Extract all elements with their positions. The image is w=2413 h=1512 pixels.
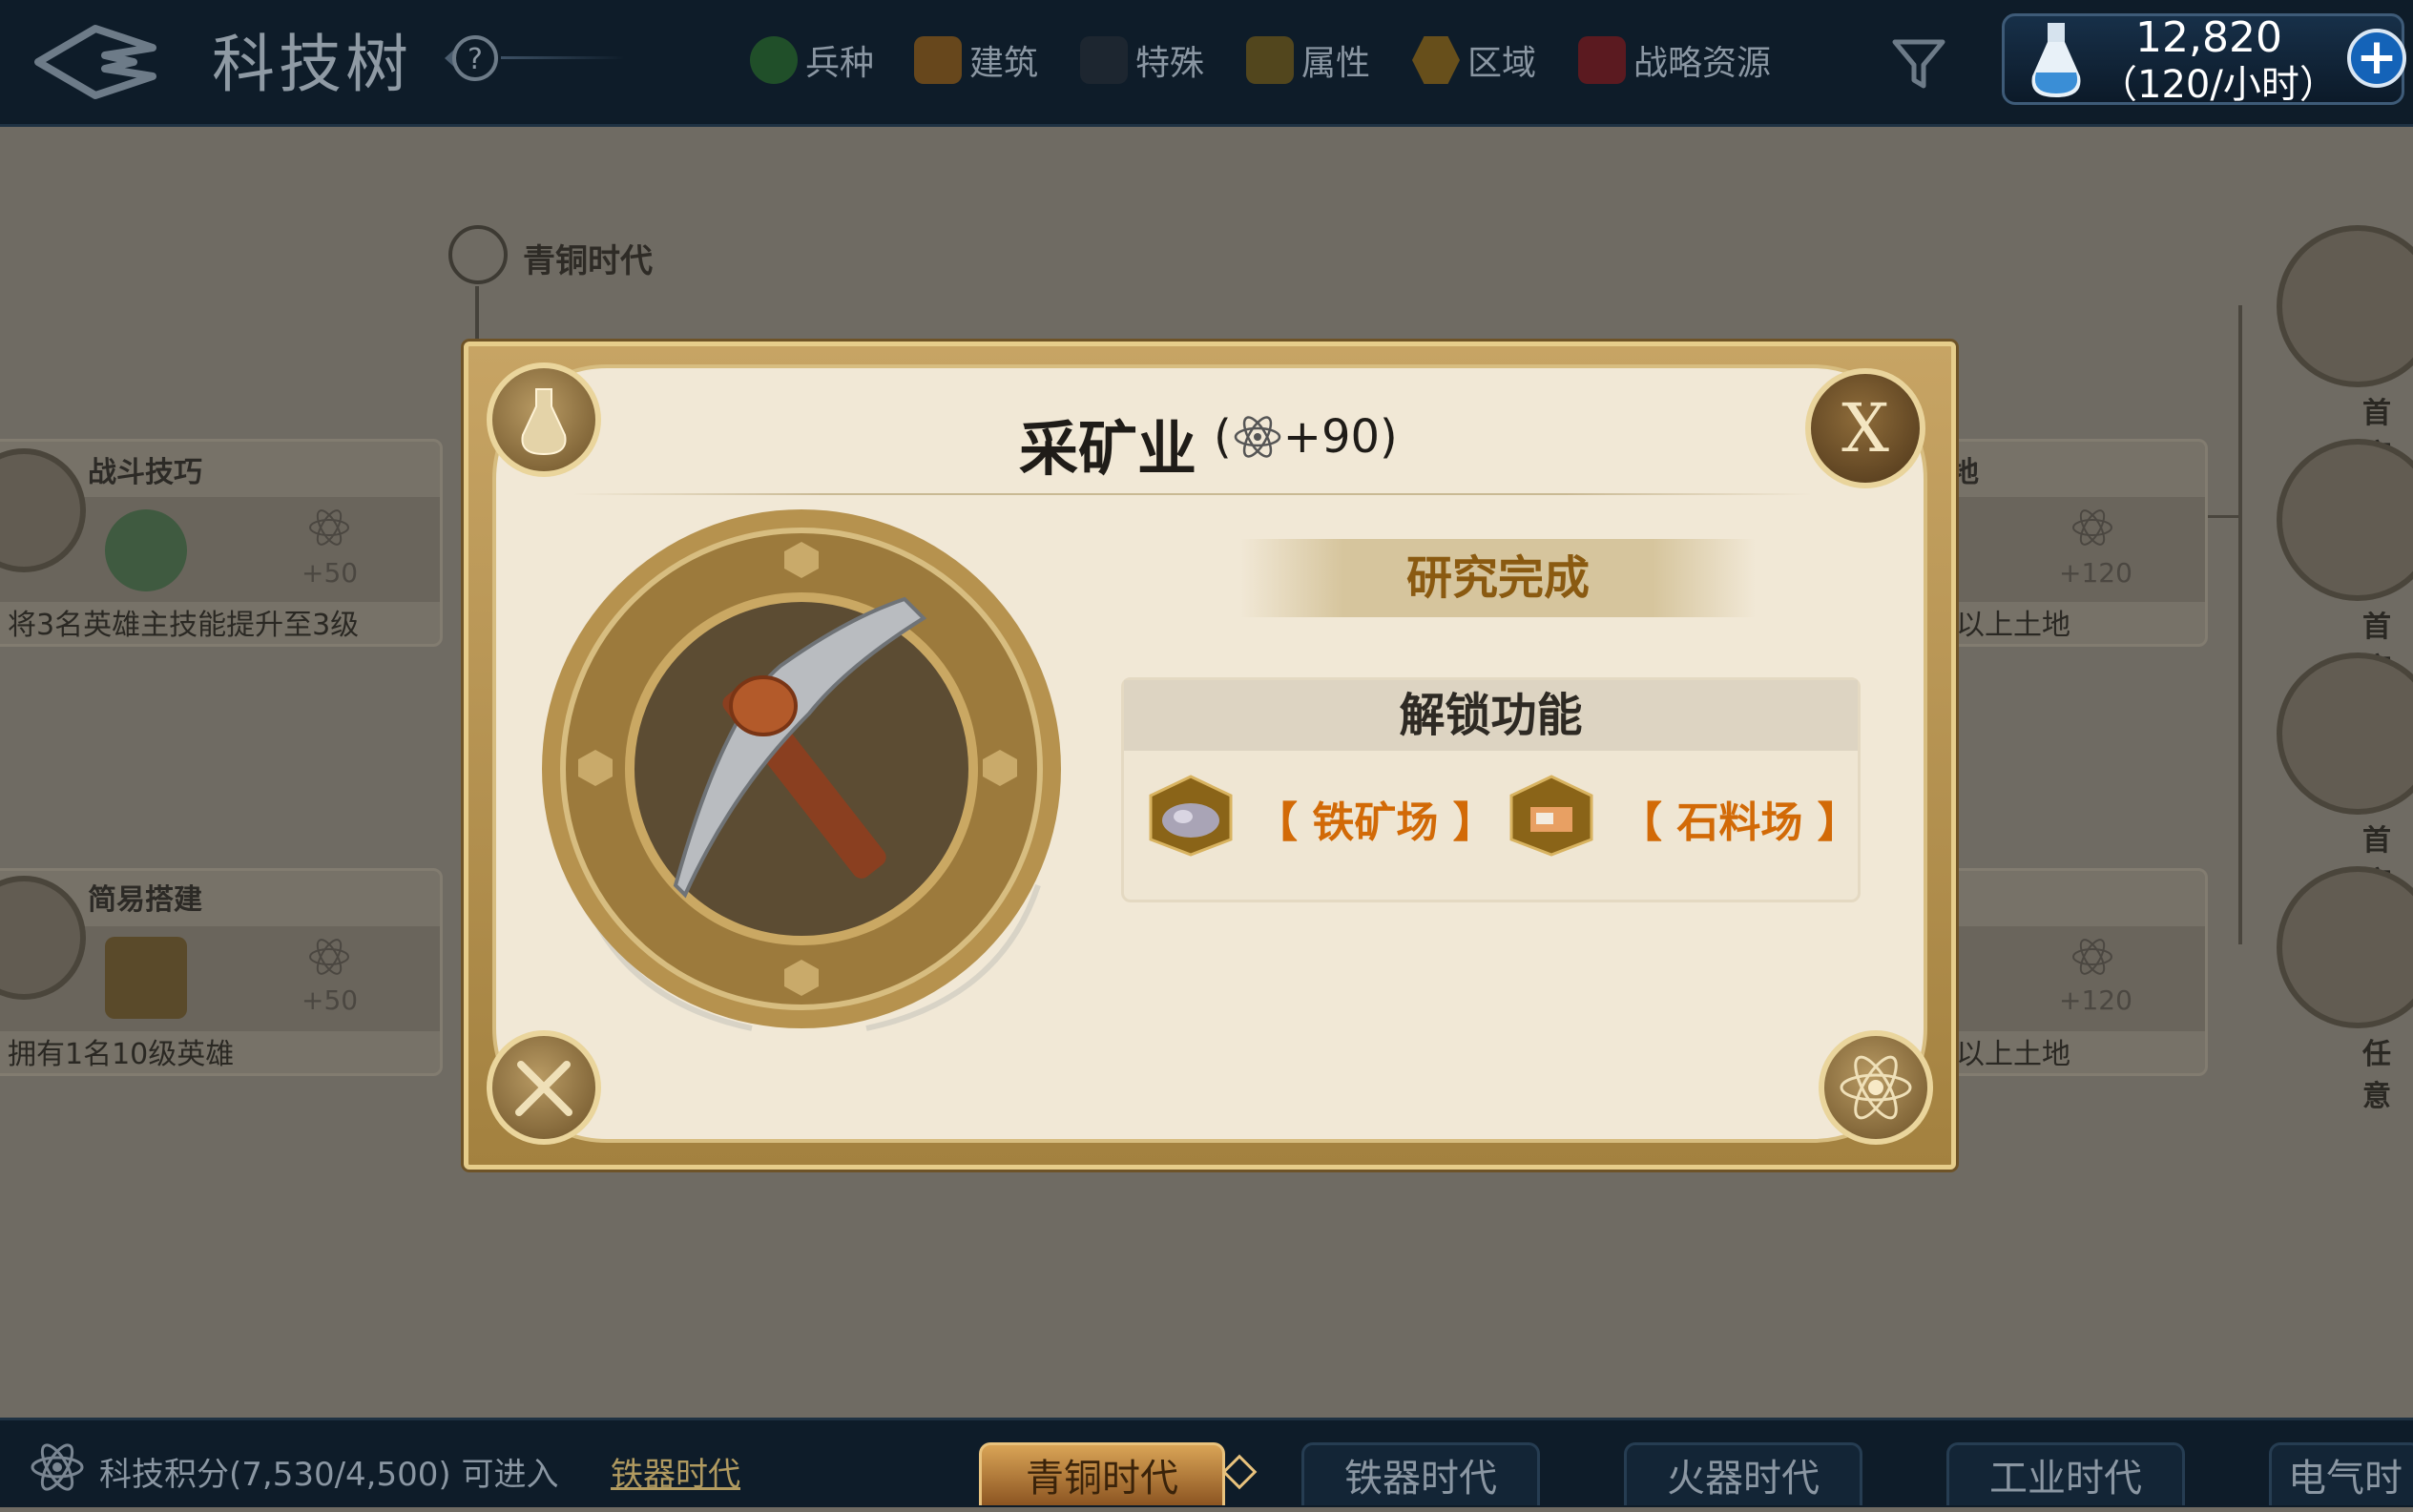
atom-icon bbox=[29, 1439, 86, 1496]
tab-iron-age[interactable]: 铁器时代 bbox=[1301, 1442, 1540, 1505]
tab-bronze-age[interactable]: 青铜时代 bbox=[979, 1442, 1225, 1505]
question-mark-icon[interactable]: ? bbox=[443, 31, 502, 86]
atom-medal-icon bbox=[1819, 1030, 1933, 1145]
atom-icon bbox=[2070, 935, 2114, 979]
tab-industrial-age[interactable]: 工业时代 bbox=[1946, 1442, 2185, 1505]
tab-electric-age[interactable]: 电气时 bbox=[2269, 1442, 2413, 1505]
divider bbox=[501, 56, 625, 59]
pickaxe-icon bbox=[542, 504, 1076, 1038]
add-resource-button[interactable]: + bbox=[2347, 29, 2406, 88]
tree-connector bbox=[2208, 515, 2242, 518]
filter-label: 兵种 bbox=[805, 44, 875, 83]
atom-icon bbox=[1232, 411, 1283, 463]
iron-age-link[interactable]: 铁器时代 bbox=[611, 1448, 740, 1495]
atom-icon bbox=[2070, 506, 2114, 549]
node-points: +120 bbox=[2059, 984, 2132, 1016]
node-requirement: 拥有1名10级英雄 bbox=[8, 1038, 235, 1071]
close-button[interactable]: X bbox=[1805, 368, 1925, 488]
unlock-header: 解锁功能 bbox=[1124, 680, 1858, 751]
filter-label: 特殊 bbox=[1135, 44, 1205, 83]
horse-rider-icon[interactable] bbox=[2277, 652, 2413, 815]
iron-ore-icon[interactable] bbox=[1147, 775, 1235, 857]
region-hex-icon bbox=[1412, 36, 1460, 84]
funnel-icon[interactable] bbox=[1889, 34, 1948, 93]
era-label: 青铜时代 bbox=[523, 242, 653, 280]
filter-label: 属性 bbox=[1301, 44, 1371, 83]
strategic-resource-icon bbox=[1578, 36, 1626, 84]
back-arrow-icon[interactable] bbox=[29, 19, 162, 105]
filter-region[interactable]: 区域 bbox=[1412, 31, 1536, 90]
filter-label: 区域 bbox=[1467, 44, 1537, 83]
building-icon bbox=[914, 36, 962, 84]
node-requirement: 以上土地 bbox=[1956, 1038, 2070, 1071]
building-icon bbox=[105, 937, 187, 1019]
research-status: 研究完成 bbox=[1240, 539, 1756, 617]
node-label: 任意 bbox=[2362, 1038, 2391, 1113]
tab-firearms-age[interactable]: 火器时代 bbox=[1624, 1442, 1862, 1505]
filter-strategic-resources[interactable]: 战略资源 bbox=[1578, 31, 1771, 90]
divider bbox=[572, 493, 1813, 495]
flask-icon bbox=[2021, 17, 2091, 103]
tech-points-text: 科技积分(7,530/4,500) 可进入 bbox=[99, 1456, 559, 1494]
node-title: 战斗技巧 bbox=[88, 456, 202, 489]
paren-open: ( bbox=[1214, 410, 1232, 464]
shield-icon bbox=[105, 509, 187, 591]
node-requirement: 将3名英雄主技能提升至3级 bbox=[8, 609, 360, 642]
dialog-title: 采矿业 bbox=[1019, 414, 1197, 484]
filter-buildings[interactable]: 建筑 bbox=[914, 31, 1038, 90]
tree-connector bbox=[2238, 305, 2242, 944]
filter-label: 建筑 bbox=[969, 44, 1039, 83]
filter-troops[interactable]: 兵种 bbox=[750, 31, 874, 90]
paren-close: ) bbox=[1380, 410, 1398, 464]
tech-points-reward: ( +90 ) bbox=[1214, 410, 1398, 464]
filter-label: 战略资源 bbox=[1633, 44, 1772, 83]
page-title: 科技树 bbox=[212, 28, 412, 101]
node-points: +50 bbox=[302, 984, 359, 1016]
svg-text:?: ? bbox=[468, 43, 483, 76]
pottery-icon[interactable] bbox=[2277, 439, 2413, 601]
helmet-icon bbox=[448, 225, 508, 284]
unlock-iron-mine[interactable]: 【 铁矿场 】 bbox=[1256, 788, 1495, 849]
tree-connector bbox=[475, 286, 479, 343]
troops-icon bbox=[750, 36, 798, 84]
special-icon bbox=[1080, 36, 1128, 84]
filter-special[interactable]: 特殊 bbox=[1080, 31, 1204, 90]
node-points: +50 bbox=[302, 557, 359, 589]
grain-icon[interactable] bbox=[2277, 866, 2413, 1028]
filter-attributes[interactable]: 属性 bbox=[1246, 31, 1370, 90]
points-value: +90 bbox=[1282, 410, 1381, 464]
bow-icon[interactable] bbox=[2277, 225, 2413, 387]
stone-quarry-icon[interactable] bbox=[1508, 775, 1595, 857]
node-points: +120 bbox=[2059, 557, 2132, 589]
atom-icon bbox=[307, 935, 351, 979]
tools-medal-icon bbox=[487, 1030, 601, 1145]
flask-medal-icon bbox=[487, 362, 601, 477]
attribute-icon bbox=[1246, 36, 1294, 84]
node-requirement: 以上土地 bbox=[1956, 609, 2070, 642]
node-title: 简易搭建 bbox=[88, 883, 202, 917]
unlock-stone-quarry[interactable]: 【 石料场 】 bbox=[1620, 788, 1860, 849]
resource-rate: （120/小时） bbox=[2099, 63, 2338, 107]
atom-icon bbox=[307, 506, 351, 549]
